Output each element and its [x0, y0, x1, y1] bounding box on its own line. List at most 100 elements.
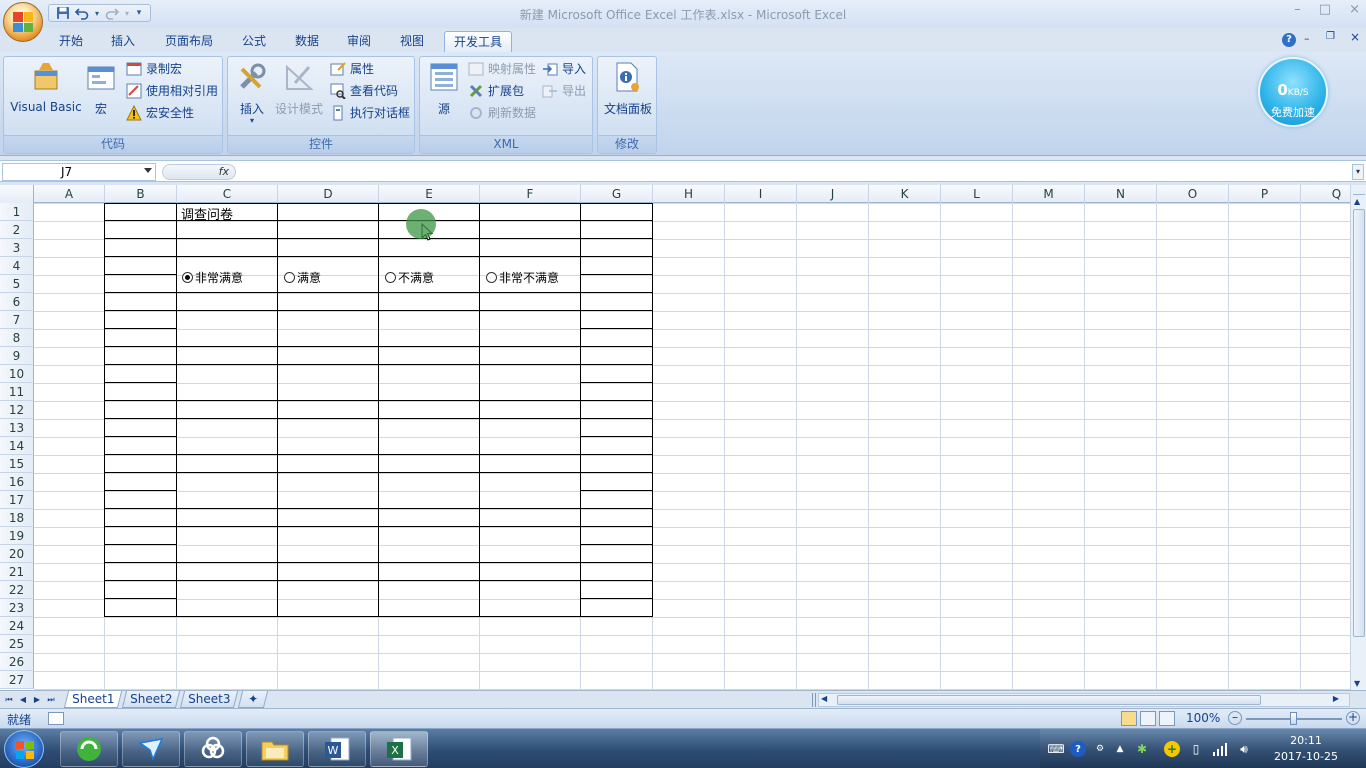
option-very-dissatisfied[interactable]: 非常不满意: [486, 269, 559, 286]
last-sheet-icon[interactable]: ⏭: [46, 694, 56, 706]
row-header-25[interactable]: 25: [0, 635, 34, 653]
office-button[interactable]: [3, 2, 43, 42]
zoom-in-icon[interactable]: +: [1346, 711, 1360, 725]
row-header-22[interactable]: 22: [0, 581, 34, 599]
run-dialog-button[interactable]: 执行对话框: [330, 103, 410, 123]
close-button[interactable]: ×: [1349, 2, 1360, 17]
help-icon[interactable]: ?: [1282, 33, 1296, 47]
tray-security-icon[interactable]: +: [1164, 741, 1180, 757]
zoom-level[interactable]: 100%: [1186, 711, 1220, 725]
scroll-right-icon[interactable]: ▶: [1333, 694, 1339, 703]
maximize-button[interactable]: □: [1319, 2, 1331, 17]
source-button[interactable]: 源: [426, 61, 462, 117]
row-header-1[interactable]: 1: [0, 203, 34, 221]
row-header-8[interactable]: 8: [0, 329, 34, 347]
next-sheet-icon[interactable]: ▶: [32, 694, 42, 706]
scroll-up-icon[interactable]: ▲: [1354, 197, 1360, 206]
formula-input[interactable]: [240, 163, 1348, 181]
column-header-f[interactable]: F: [480, 185, 581, 203]
tab-developer[interactable]: 开发工具: [444, 31, 512, 52]
tray-help-icon[interactable]: ?: [1070, 741, 1086, 757]
cell-c1[interactable]: 调查问卷: [181, 204, 233, 223]
row-header-2[interactable]: 2: [0, 221, 34, 239]
row-header-7[interactable]: 7: [0, 311, 34, 329]
redo-icon[interactable]: [104, 5, 120, 21]
visual-basic-button[interactable]: Visual Basic: [8, 61, 84, 114]
page-layout-view-icon[interactable]: [1140, 711, 1156, 726]
taskbar-excel[interactable]: X: [370, 731, 428, 767]
split-handle[interactable]: [1353, 185, 1365, 195]
column-header-l[interactable]: L: [941, 185, 1013, 203]
tab-insert[interactable]: 插入: [104, 31, 142, 52]
row-header-11[interactable]: 11: [0, 383, 34, 401]
macros-button[interactable]: 宏: [86, 61, 116, 117]
taskbar-browser[interactable]: [60, 731, 118, 767]
column-header-k[interactable]: K: [869, 185, 941, 203]
ribbon-minimize-icon[interactable]: –: [1304, 32, 1310, 45]
column-header-g[interactable]: G: [581, 185, 653, 203]
option-satisfied[interactable]: 满意: [284, 269, 321, 286]
zoom-slider-thumb[interactable]: [1290, 712, 1297, 725]
macro-security-button[interactable]: 宏安全性: [126, 103, 194, 123]
row-header-9[interactable]: 9: [0, 347, 34, 365]
row-header-26[interactable]: 26: [0, 653, 34, 671]
document-panel-button[interactable]: 文档面板: [600, 61, 656, 117]
row-header-24[interactable]: 24: [0, 617, 34, 635]
refresh-data-button[interactable]: 刷新数据: [468, 103, 536, 123]
tab-page-layout[interactable]: 页面布局: [158, 31, 220, 52]
map-properties-button[interactable]: 映射属性: [468, 59, 536, 79]
vertical-scroll-thumb[interactable]: [1353, 209, 1365, 637]
speed-accelerator-widget[interactable]: 0KB/S 免费加速: [1258, 57, 1328, 127]
macro-record-icon[interactable]: [48, 712, 64, 725]
start-button[interactable]: [4, 730, 44, 768]
ribbon-restore-icon[interactable]: ❐: [1326, 31, 1335, 42]
taskbar-messenger[interactable]: [122, 731, 180, 767]
insert-function-button[interactable]: fx: [162, 164, 236, 180]
tab-review[interactable]: 审阅: [340, 31, 378, 52]
taskbar-cloud[interactable]: [184, 731, 242, 767]
column-header-i[interactable]: I: [725, 185, 797, 203]
prev-sheet-icon[interactable]: ◀: [18, 694, 28, 706]
sheet-tab-sheet3[interactable]: Sheet3: [179, 691, 239, 708]
column-header-a[interactable]: A: [34, 185, 105, 203]
row-header-3[interactable]: 3: [0, 239, 34, 257]
zoom-out-icon[interactable]: –: [1228, 711, 1242, 725]
sheet-tab-sheet1[interactable]: Sheet1: [63, 691, 123, 708]
vertical-scrollbar[interactable]: ▲ ▼: [1350, 185, 1366, 690]
workbook-close-icon[interactable]: ×: [1350, 30, 1360, 44]
name-box[interactable]: J7: [2, 163, 156, 181]
column-header-e[interactable]: E: [379, 185, 480, 203]
tray-app-icon[interactable]: ✱: [1134, 741, 1150, 757]
redo-dropdown-icon[interactable]: ▾: [123, 5, 131, 21]
record-macro-button[interactable]: 录制宏: [126, 59, 182, 79]
row-header-18[interactable]: 18: [0, 509, 34, 527]
horizontal-scrollbar[interactable]: ◀ ▶: [818, 693, 1350, 707]
column-header-d[interactable]: D: [278, 185, 379, 203]
view-code-button[interactable]: 查看代码: [330, 81, 398, 101]
sheet-tab-sheet2[interactable]: Sheet2: [121, 691, 181, 708]
row-header-16[interactable]: 16: [0, 473, 34, 491]
tab-split-handle[interactable]: [812, 693, 816, 707]
horizontal-scroll-thumb[interactable]: [837, 695, 1261, 705]
tab-home[interactable]: 开始: [52, 31, 90, 52]
export-button[interactable]: 导出: [542, 81, 586, 101]
option-dissatisfied[interactable]: 不满意: [385, 269, 434, 286]
minimize-button[interactable]: –: [1294, 2, 1301, 17]
column-header-n[interactable]: N: [1085, 185, 1157, 203]
row-header-21[interactable]: 21: [0, 563, 34, 581]
row-header-12[interactable]: 12: [0, 401, 34, 419]
select-all-corner[interactable]: [0, 185, 34, 203]
row-header-14[interactable]: 14: [0, 437, 34, 455]
row-header-10[interactable]: 10: [0, 365, 34, 383]
row-header-27[interactable]: 27: [0, 671, 34, 689]
properties-button[interactable]: 属性: [330, 59, 374, 79]
tray-settings-icon[interactable]: ⚙: [1092, 741, 1108, 757]
row-header-13[interactable]: 13: [0, 419, 34, 437]
expansion-packs-button[interactable]: 扩展包: [468, 81, 524, 101]
volume-icon[interactable]: 🔊︎: [1236, 741, 1252, 757]
insert-sheet-icon[interactable]: ✦: [237, 691, 269, 708]
keyboard-icon[interactable]: ⌨: [1047, 741, 1064, 757]
relative-reference-button[interactable]: 使用相对引用: [126, 81, 218, 101]
row-header-5[interactable]: 5: [0, 275, 34, 293]
undo-dropdown-icon[interactable]: ▾: [93, 5, 101, 21]
